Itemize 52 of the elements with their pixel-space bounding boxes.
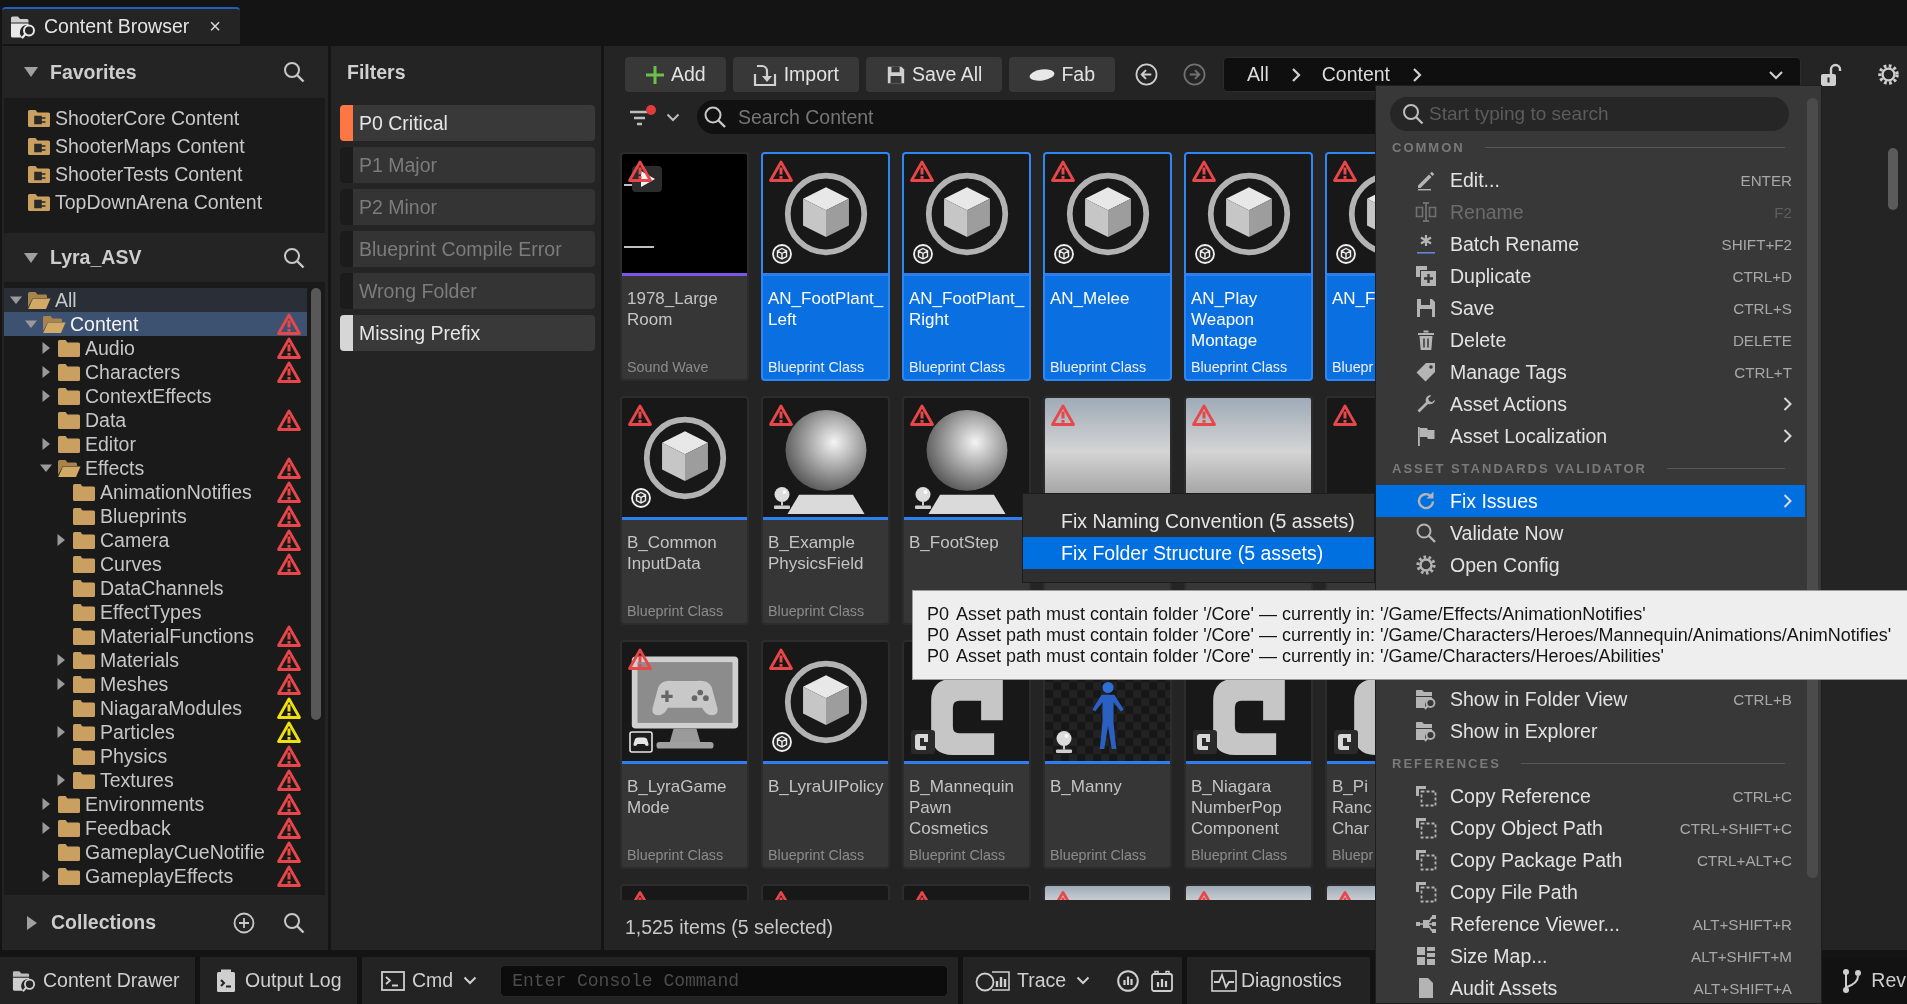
section-header: COMMON	[1392, 140, 1465, 155]
shortcut-label: ALT+SHIFT+A	[1693, 979, 1792, 997]
section-header: ASSET STANDARDS VALIDATOR	[1392, 461, 1647, 476]
asset-type: Blueprint Class	[627, 603, 725, 620]
section-header: REFERENCES	[1392, 756, 1501, 771]
shortcut-label: CTRL+D	[1732, 267, 1792, 285]
severity-label: P0	[927, 604, 951, 625]
shortcut-label: CTRL+SHIFT+C	[1679, 819, 1792, 837]
asset-name: B_Example PhysicsField	[768, 532, 865, 574]
shortcut-label: SHIFT+F2	[1721, 235, 1792, 253]
asset-name: 1978_Large Room	[627, 288, 719, 330]
asset-type: Blueprint Class	[768, 847, 866, 864]
item-count: 1,525 items (5 selected)	[625, 916, 834, 938]
asset-name: B_Pi Ranc Char	[1332, 776, 1373, 839]
shortcut-label: CTRL+B	[1733, 690, 1792, 708]
asset-type: Bluepr	[1332, 847, 1375, 864]
shortcut-label: CTRL+ALT+C	[1696, 851, 1792, 869]
asset-name: AN_FootPlant_ Left	[768, 288, 884, 330]
shortcut-label: CTRL+T	[1734, 363, 1792, 381]
asset-name: B_Niagara NumberPop Component	[1191, 776, 1283, 839]
shortcut-label: ENTER	[1740, 171, 1792, 189]
shortcut-label: CTRL+S	[1733, 299, 1792, 317]
panel-title: Filters	[347, 60, 406, 84]
asset-name: B_Common InputData	[627, 532, 718, 574]
asset-name: B_FootStep	[909, 532, 1000, 553]
shortcut-label: ALT+SHIFT+M	[1691, 947, 1792, 965]
asset-type: Blueprint Class	[1191, 847, 1289, 864]
asset-type: Blueprint Class	[768, 603, 866, 620]
asset-name: B_Manny	[1050, 776, 1123, 797]
asset-type: Blueprint Class	[1050, 359, 1148, 376]
asset-type: Sound Wave	[627, 359, 710, 376]
asset-type: Blueprint Class	[768, 359, 866, 376]
asset-name: AN_Play Weapon Montage	[1191, 288, 1259, 351]
panel-title: Favorites	[50, 60, 137, 84]
asset-name: B_LyraUIPolicy	[768, 776, 884, 797]
asset-name: AN_F	[1332, 288, 1375, 309]
asset-type: Blueprint Class	[909, 847, 1007, 864]
asset-name: B_Mannequin Pawn Cosmetics	[909, 776, 1015, 839]
asset-name: AN_Melee	[1050, 288, 1131, 309]
asset-name: B_LyraGame Mode	[627, 776, 728, 818]
asset-name: AN_FootPlant_ Right	[909, 288, 1025, 330]
asset-type: Blueprint Class	[627, 847, 725, 864]
asset-type: Blueprint Class	[909, 359, 1007, 376]
panel-title: Lyra_ASV	[50, 246, 142, 269]
shortcut-label: DELETE	[1732, 331, 1792, 349]
panel-title: Collections	[51, 911, 157, 934]
asset-type: Blueprint Class	[1050, 847, 1148, 864]
shortcut-label: ALT+SHIFT+R	[1692, 915, 1792, 933]
severity-label: P0	[927, 646, 951, 667]
asset-type: Blueprint Class	[1191, 359, 1289, 376]
asset-type: Bluepr	[1332, 359, 1375, 376]
shortcut-label: CTRL+C	[1732, 787, 1792, 805]
